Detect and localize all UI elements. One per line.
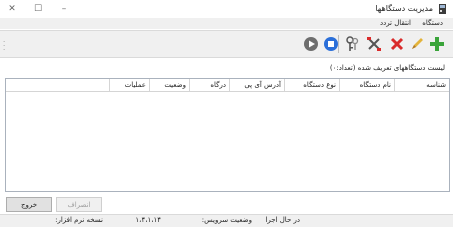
column-header-status[interactable]: وضعیت (149, 79, 189, 91)
device-tools-button[interactable] (364, 34, 384, 54)
keys-icon (346, 36, 359, 51)
play-button[interactable] (301, 34, 321, 54)
maximize-button[interactable]: ☐ (26, 0, 50, 18)
menu-bar: دستگاه انتقال تردد (0, 18, 453, 29)
minimize-button[interactable]: – (52, 0, 76, 18)
device-list-caption: لیست دستگاههای تعریف شده (تعداد:۰) (329, 64, 445, 72)
devices-table[interactable]: شناسه نام دستگاه نوع دستگاه آدرس آی پی د… (5, 78, 450, 192)
add-icon (430, 37, 444, 51)
close-button[interactable]: ✕ (0, 0, 24, 18)
play-icon (304, 37, 318, 51)
menu-device[interactable]: دستگاه (422, 19, 443, 27)
app-icon (439, 4, 446, 14)
menu-transfer-attendance[interactable]: انتقال تردد (380, 19, 411, 27)
keys-button[interactable] (342, 34, 362, 54)
stop-button[interactable] (321, 34, 341, 54)
stop-icon (324, 37, 338, 51)
tools-icon (367, 37, 381, 51)
edit-button[interactable] (407, 34, 427, 54)
exit-button[interactable]: خروج (6, 197, 52, 212)
version-label: نسخه نرم افزار: (55, 216, 103, 224)
add-button[interactable] (427, 34, 447, 54)
column-header-device-type[interactable]: نوع دستگاه (284, 79, 339, 91)
version-value: ۱،۴،۱،۱۴ (135, 216, 161, 224)
pencil-icon (412, 38, 423, 49)
toolbar: · · · (0, 30, 453, 58)
column-header-id[interactable]: شناسه (394, 79, 449, 91)
delete-button[interactable] (387, 34, 407, 54)
delete-icon (390, 37, 404, 51)
column-header-ip-address[interactable]: آدرس آی پی (229, 79, 284, 91)
status-bar: نسخه نرم افزار: ۱،۴،۱،۱۴ وضعیت سرویس: در… (0, 214, 453, 227)
column-header-device-name[interactable]: نام دستگاه (339, 79, 394, 91)
service-status-label: وضعیت سرویس: (201, 216, 252, 224)
service-status-value: در حال اجرا (265, 216, 300, 224)
column-header-operations[interactable]: عملیات (109, 79, 149, 91)
toolbar-grip-icon[interactable]: · · · (3, 39, 5, 54)
window-title: مدیریت دستگاهها (375, 4, 433, 13)
cancel-button[interactable]: انصراف (56, 197, 102, 212)
column-header-port[interactable]: درگاه (189, 79, 229, 91)
table-header: شناسه نام دستگاه نوع دستگاه آدرس آی پی د… (6, 79, 449, 92)
title-bar: ✕ ☐ – مدیریت دستگاهها (0, 0, 453, 19)
